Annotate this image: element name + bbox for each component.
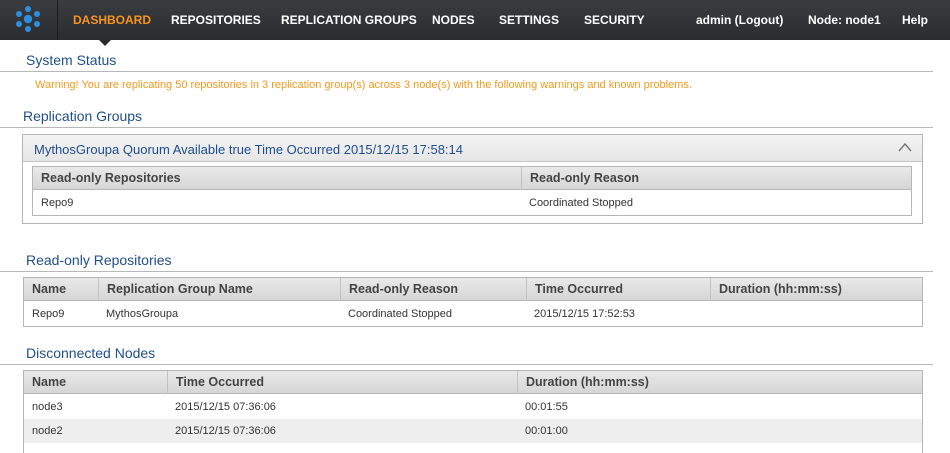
replication-groups-title: Replication Groups xyxy=(23,108,143,124)
readonly-repositories-divider xyxy=(0,271,933,272)
logo-divider xyxy=(57,0,58,40)
nav-dashboard[interactable]: DASHBOARD xyxy=(73,13,151,27)
table-cell: 00:01:55 xyxy=(525,401,568,413)
table-cell: 2015/12/15 17:52:53 xyxy=(534,308,635,320)
table-header: Read-only Repositories Read-only Reason xyxy=(33,167,911,190)
column-header[interactable]: Read-only Reason xyxy=(521,167,911,190)
table-row[interactable]: node2 2015/12/15 07:36:06 00:01:00 xyxy=(24,419,922,443)
disconnected-nodes-divider xyxy=(0,364,933,365)
warning-message: Warning! You are replicating 50 reposito… xyxy=(35,79,692,91)
node-indicator: Node: node1 xyxy=(808,13,881,27)
nav-nodes[interactable]: NODES xyxy=(432,13,475,27)
nav-replication-groups[interactable]: REPLICATION GROUPS xyxy=(281,13,417,27)
group-readonly-table: Read-only Repositories Read-only Reason … xyxy=(32,166,912,216)
table-cell: 00:01:00 xyxy=(525,425,568,437)
replication-group-header-text: MythosGroupa Quorum Available true Time … xyxy=(34,142,464,157)
table-cell: Coordinated Stopped xyxy=(529,197,633,209)
nav-security[interactable]: SECURITY xyxy=(584,13,645,27)
table-header: Name Replication Group Name Read-only Re… xyxy=(24,278,922,301)
table-cell: node3 xyxy=(32,401,63,413)
column-header[interactable]: Read-only Reason xyxy=(340,278,526,301)
chevron-up-icon[interactable] xyxy=(898,141,912,153)
system-status-divider xyxy=(0,71,933,72)
disconnected-nodes-table: Name Time Occurred Duration (hh:mm:ss) n… xyxy=(23,370,923,453)
column-header[interactable]: Replication Group Name xyxy=(98,278,340,301)
column-header[interactable]: Duration (hh:mm:ss) xyxy=(710,278,922,301)
table-header: Name Time Occurred Duration (hh:mm:ss) xyxy=(24,371,922,394)
help-link[interactable]: Help xyxy=(902,13,928,27)
system-status-title: System Status xyxy=(26,52,117,68)
table-cell: node2 xyxy=(32,425,63,437)
table-cell: Repo9 xyxy=(32,308,65,320)
table-cell: MythosGroupa xyxy=(106,308,179,320)
table-cell: 2015/12/15 07:36:06 xyxy=(175,401,276,413)
nav-settings[interactable]: SETTINGS xyxy=(499,13,559,27)
column-header[interactable]: Duration (hh:mm:ss) xyxy=(517,371,922,394)
readonly-repositories-title: Read-only Repositories xyxy=(26,252,172,268)
nav-repositories[interactable]: REPOSITORIES xyxy=(171,13,261,27)
active-tab-caret xyxy=(99,40,111,46)
logout-link[interactable]: admin (Logout) xyxy=(696,13,783,27)
replication-group-header[interactable]: MythosGroupa Quorum Available true Time … xyxy=(23,135,922,162)
table-row[interactable]: node3 2015/12/15 07:36:06 00:01:55 xyxy=(24,395,922,419)
table-row[interactable]: Repo9 MythosGroupa Coordinated Stopped 2… xyxy=(24,302,922,326)
disconnected-nodes-title: Disconnected Nodes xyxy=(26,345,156,361)
table-cell: 2015/12/15 07:36:06 xyxy=(175,425,276,437)
top-nav-bar: DASHBOARD REPOSITORIES REPLICATION GROUP… xyxy=(0,0,950,40)
logo-icon[interactable] xyxy=(14,4,42,34)
table-cell: Coordinated Stopped xyxy=(348,308,452,320)
column-header[interactable]: Name xyxy=(24,371,167,394)
column-header[interactable]: Time Occurred xyxy=(167,371,517,394)
table-cell xyxy=(710,302,718,326)
table-cell: Repo9 xyxy=(41,197,74,209)
readonly-repositories-table: Name Replication Group Name Read-only Re… xyxy=(23,277,923,327)
replication-group-panel: MythosGroupa Quorum Available true Time … xyxy=(22,134,923,224)
column-header[interactable]: Time Occurred xyxy=(526,278,710,301)
column-header[interactable]: Name xyxy=(24,278,98,301)
table-row[interactable]: Repo9 Coordinated Stopped xyxy=(33,191,911,215)
column-header[interactable]: Read-only Repositories xyxy=(33,167,521,190)
replication-groups-divider xyxy=(0,127,933,128)
